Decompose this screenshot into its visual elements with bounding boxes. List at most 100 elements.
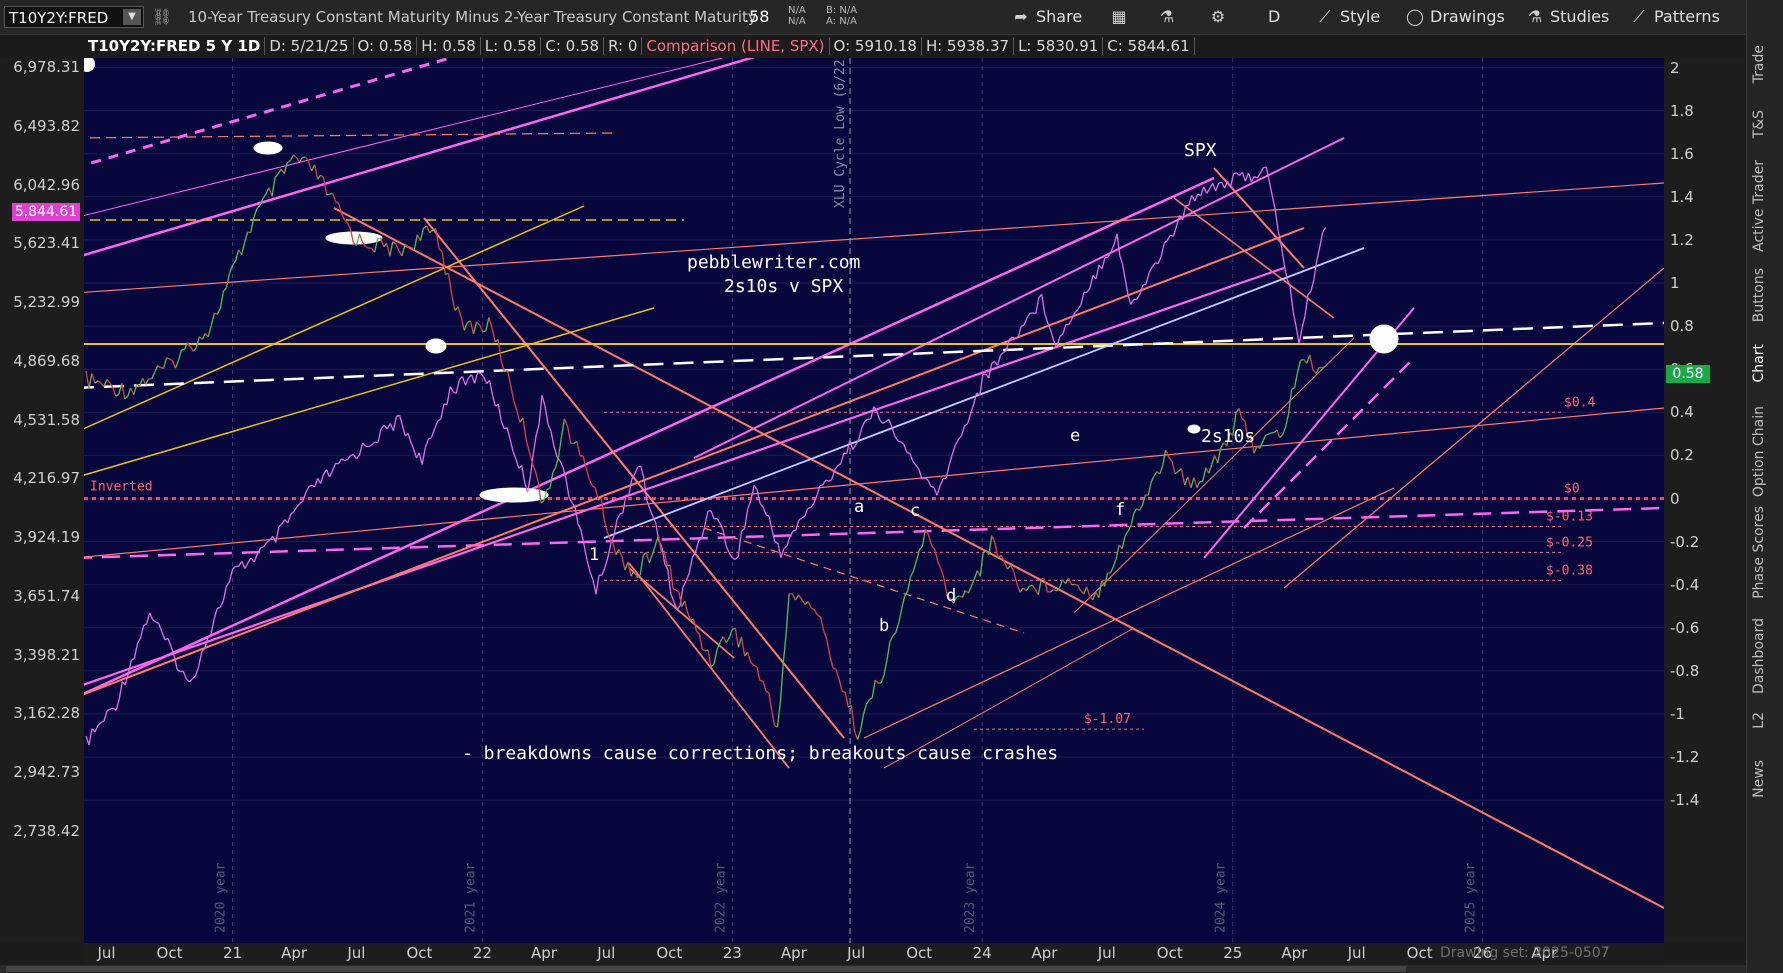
spx-line-segment (437, 418, 442, 422)
spx-line-segment (634, 466, 639, 475)
spx-line-segment (1012, 336, 1016, 340)
spx-line-segment (100, 720, 105, 724)
spx-line-segment (213, 608, 218, 620)
spread-bar-segment (563, 418, 569, 427)
sidebar-tab-chart[interactable]: Chart (1751, 344, 1781, 382)
spx-line-segment (768, 516, 773, 530)
spx-line-segment (244, 562, 249, 569)
spx-line-segment (287, 513, 292, 524)
sidebar-tab-dashboard[interactable]: Dashboard (1751, 618, 1781, 694)
spread-bar-segment (472, 321, 478, 335)
spx-line-segment (1050, 330, 1055, 342)
spx-line-segment (939, 478, 944, 487)
spx-line-segment (136, 637, 142, 644)
horizontal-scrollbar[interactable] (0, 965, 1746, 973)
info-r: R: 0 (604, 37, 643, 55)
sidebar-tab-option-chain[interactable]: Option Chain (1751, 406, 1781, 497)
spread-bar-segment (407, 245, 412, 249)
spx-line-segment (924, 477, 929, 481)
spread-bar-segment (216, 308, 221, 315)
sidebar-tab-buttons[interactable]: Buttons (1751, 268, 1781, 322)
spx-line-segment (780, 548, 785, 558)
spx-line-segment (670, 593, 675, 602)
spx-line-segment (305, 486, 310, 494)
share-button[interactable]: ➦ Share (1012, 0, 1082, 34)
spread-bar-segment (171, 360, 177, 369)
spread-bar-segment (1235, 407, 1240, 414)
spx-line-segment (446, 386, 451, 405)
spread-bar-segment (157, 365, 161, 368)
period-button[interactable]: D (1268, 0, 1280, 34)
studies-button[interactable]: ⚗ Studies (1526, 0, 1610, 34)
spread-bar-segment (169, 358, 173, 362)
spx-price-axis[interactable]: 6,978.31 6,493.82 6,042.96 5,623.41 5,232.99… (0, 58, 84, 943)
chevron-down-icon[interactable]: ▼ (123, 9, 141, 25)
spx-line-segment (535, 423, 540, 436)
spread-bar-segment (753, 664, 758, 668)
style-button[interactable]: ⟋ Style (1316, 0, 1380, 34)
spread-bar-segment (695, 630, 700, 635)
spx-line-segment (565, 478, 570, 498)
spread-value-axis[interactable]: 21.81.61.41.210.80.60.40.20-0.2-0.4-0.6-… (1664, 58, 1746, 943)
sidebar-tab-phase-scores[interactable]: Phase Scores (1751, 506, 1781, 599)
spread-bar-segment (817, 614, 821, 618)
sidebar-tab-l2[interactable]: L2 (1751, 712, 1781, 729)
spread-bar-segment (747, 652, 752, 663)
spread-bar-segment (1139, 504, 1144, 511)
spx-line-segment (973, 392, 978, 405)
spx-line-segment (392, 416, 398, 431)
spx-line-segment (1236, 172, 1240, 176)
spx-line-segment (725, 545, 730, 553)
spread-bar-segment (1306, 354, 1311, 364)
spx-line-segment (521, 465, 526, 483)
right-sidebar: Trade T&S Active Trader Buttons Chart Option … (1746, 0, 1783, 973)
chart-area[interactable]: 2020 year 2021 year 2022 year 2023 year 2024… (84, 58, 1664, 943)
scrollbar-thumb[interactable] (6, 966, 1406, 972)
spread-bar-segment (225, 273, 231, 289)
spread-bar-segment (142, 378, 147, 385)
sidebar-tab-active-trader[interactable]: Active Trader (1751, 160, 1781, 252)
flask-icon: ⚗ (1159, 7, 1175, 26)
time-axis[interactable]: Jul Oct 21 Apr Jul Oct 22 Apr Jul Oct 23 Apr Jul Oct 2… (84, 943, 1664, 965)
spx-line-segment (145, 612, 151, 624)
spread-annotation: 2s10s (1201, 426, 1255, 447)
spx-line-segment (1172, 225, 1178, 237)
grid-button[interactable]: ▦ (1110, 0, 1134, 34)
spread-bar-segment (451, 294, 456, 311)
flask-button[interactable]: ⚗ (1158, 0, 1182, 34)
spx-line-segment (1194, 193, 1199, 202)
sidebar-tab-trade[interactable]: Trade (1751, 45, 1781, 83)
spx-line-segment (915, 464, 920, 470)
spx-line-segment (430, 428, 436, 438)
spx-line-segment (737, 531, 743, 557)
settings-button[interactable]: ⚙ (1209, 0, 1233, 34)
spread-bar-segment (320, 174, 325, 179)
info-comparison[interactable]: Comparison (LINE, SPX) (642, 37, 830, 55)
marker-ellipse (1187, 424, 1201, 434)
ellipse-icon: ◯ (1406, 7, 1424, 26)
link-icon[interactable]: ⛓ (152, 0, 172, 34)
time-axis-tick-label: 24 (972, 944, 992, 962)
spx-line-segment (320, 473, 325, 484)
info-date: D: 5/21/25 (265, 37, 354, 55)
spread-bar-segment (192, 347, 197, 352)
spread-bar-segment (177, 349, 183, 361)
sidebar-tab-news[interactable]: News (1751, 760, 1781, 798)
drawings-button[interactable]: ◯ Drawings (1406, 0, 1505, 34)
spx-line-segment (500, 420, 505, 430)
spx-line-segment (1259, 167, 1264, 174)
sidebar-tab-t-s[interactable]: T&S (1751, 110, 1781, 138)
spx-line-segment (1244, 172, 1250, 182)
spx-line-segment (401, 424, 406, 437)
patterns-button[interactable]: ⟋ Patterns (1630, 0, 1720, 34)
right-axis-tick-label: 0.4 (1670, 403, 1694, 422)
trendline (1283, 267, 1664, 589)
spread-bar-segment (482, 330, 486, 333)
spx-line-segment (1200, 186, 1205, 196)
spx-line-segment (1206, 188, 1211, 194)
symbol-input[interactable]: T10Y2Y:FRED ▼ (4, 6, 144, 28)
spread-bar-segment (785, 593, 790, 634)
info-symbol[interactable]: T10Y2Y:FRED 5 Y 1D (84, 37, 266, 55)
spread-bar-segment (210, 313, 215, 326)
spx-line-segment (957, 435, 962, 440)
